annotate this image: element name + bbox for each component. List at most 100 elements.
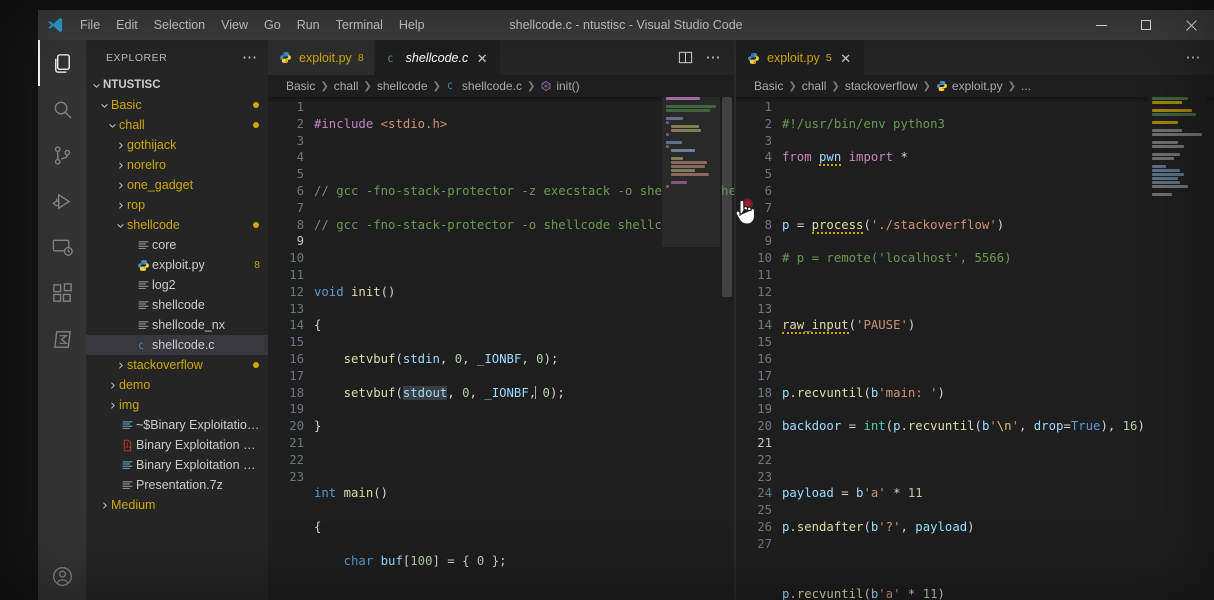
minimap-line bbox=[666, 133, 669, 136]
breadcrumb-item-symbol[interactable]: init() bbox=[540, 79, 580, 93]
menu-bar[interactable]: File Edit Selection View Go Run Terminal… bbox=[72, 10, 433, 40]
tree-item-rop[interactable]: rop bbox=[86, 195, 268, 215]
tab-exploit-py-left[interactable]: exploit.py 8 bbox=[268, 40, 375, 75]
tree-item-shellcode-nx[interactable]: shellcode_nx bbox=[86, 315, 268, 335]
tree-item-norelro[interactable]: norelro bbox=[86, 155, 268, 175]
minimap-line bbox=[1152, 181, 1180, 184]
more-actions-icon[interactable]: ⋯ bbox=[1182, 46, 1204, 70]
tree-item-ntustisc[interactable]: NTUSTISC bbox=[86, 75, 268, 95]
tree-item-chall[interactable]: chall bbox=[86, 115, 268, 135]
tab-shellcode-c[interactable]: C shellcode.c ✕ bbox=[374, 40, 502, 75]
breadcrumb-item[interactable]: chall bbox=[334, 79, 359, 93]
tab-close-icon[interactable]: ✕ bbox=[474, 52, 490, 65]
tree-item-core[interactable]: core bbox=[86, 235, 268, 255]
breadcrumb-item-overflow[interactable]: ... bbox=[1021, 79, 1031, 93]
activity-remote-explorer-icon[interactable] bbox=[38, 224, 86, 270]
code-editor-left[interactable]: 1 2 3 4 5 6 7 8 9 10 11 12 13 14 15 16 17 18 19 20 21 22 23 #i… bbox=[268, 97, 734, 600]
line-number: 3 bbox=[764, 133, 772, 148]
menu-help[interactable]: Help bbox=[391, 14, 433, 36]
chevron-right-icon[interactable] bbox=[114, 361, 127, 370]
minimap-right[interactable] bbox=[1148, 97, 1206, 600]
breadcrumb-left[interactable]: Basic ❯ chall ❯ shellcode ❯ C shellcode.… bbox=[268, 75, 734, 97]
editor-actions-left: ⋯ bbox=[674, 40, 730, 75]
minimap-line bbox=[671, 129, 701, 132]
tree-item-basic[interactable]: Basic bbox=[86, 95, 268, 115]
minimap-left[interactable] bbox=[662, 97, 720, 600]
window-controls[interactable] bbox=[1079, 10, 1214, 40]
tree-item-stackoverflow[interactable]: stackoverflow bbox=[86, 355, 268, 375]
tree-item-shellcode[interactable]: shellcode bbox=[86, 295, 268, 315]
breadcrumb-item[interactable]: chall bbox=[802, 79, 827, 93]
tree-item-gothijack[interactable]: gothijack bbox=[86, 135, 268, 155]
menu-file[interactable]: File bbox=[72, 14, 108, 36]
activity-explorer-icon[interactable] bbox=[38, 40, 86, 86]
minimize-button[interactable] bbox=[1079, 10, 1124, 40]
chevron-right-icon[interactable] bbox=[114, 161, 127, 170]
minimap-line bbox=[671, 149, 695, 152]
breadcrumb-item[interactable]: shellcode bbox=[377, 79, 428, 93]
editor-scrollbar-right[interactable] bbox=[1200, 97, 1214, 600]
tab-exploit-py-right[interactable]: exploit.py 5 ✕ bbox=[736, 40, 865, 75]
menu-go[interactable]: Go bbox=[256, 14, 289, 36]
code-editor-right[interactable]: 1 2 3 4 5 6 7 8 9 10 11 12 13 14 15 16 17 18 19 20 21 22 23 24 2… bbox=[736, 97, 1214, 600]
line-number: 13 bbox=[289, 301, 304, 316]
tree-item-exploit-py[interactable]: exploit.py 8 bbox=[86, 255, 268, 275]
tab-bar-left: exploit.py 8 C shellcode.c ✕ ⋯ bbox=[268, 40, 734, 75]
tab-close-icon[interactable]: ✕ bbox=[838, 52, 854, 65]
chevron-right-icon[interactable] bbox=[106, 381, 119, 390]
tree-item-img[interactable]: img bbox=[86, 395, 268, 415]
chevron-right-icon: ❯ bbox=[831, 80, 840, 92]
chevron-right-icon[interactable] bbox=[114, 181, 127, 190]
menu-selection[interactable]: Selection bbox=[146, 14, 213, 36]
tree-item-label: one_gadget bbox=[127, 178, 194, 192]
breadcrumb-item[interactable]: Basic bbox=[754, 79, 783, 93]
line-number-gutter-right: 1 2 3 4 5 6 7 8 9 10 11 12 13 14 15 16 17 18 19 20 21 22 23 24 2… bbox=[736, 97, 782, 553]
line-number: 17 bbox=[757, 368, 772, 383]
tree-item-shellcode[interactable]: shellcode bbox=[86, 215, 268, 235]
minimap-line bbox=[1152, 145, 1184, 148]
tree-item-binary-exploitation-basic[interactable]: ~$Binary Exploitation Basic.... bbox=[86, 415, 268, 435]
tree-item-medium[interactable]: Medium bbox=[86, 495, 268, 515]
tree-item-one-gadget[interactable]: one_gadget bbox=[86, 175, 268, 195]
chevron-right-icon[interactable] bbox=[106, 401, 119, 410]
editor-scrollbar-left[interactable] bbox=[720, 97, 734, 600]
activity-account-icon[interactable] bbox=[38, 552, 86, 600]
desktop-backdrop-left bbox=[0, 0, 38, 600]
tree-item-binary-exploitation-basic-pdf[interactable]: Binary Exploitation Basic.pdf bbox=[86, 435, 268, 455]
breadcrumb-item-file[interactable]: C shellcode.c bbox=[446, 79, 522, 93]
tree-item-presentation-7z[interactable]: Presentation.7z bbox=[86, 475, 268, 495]
menu-run[interactable]: Run bbox=[289, 14, 328, 36]
chevron-right-icon[interactable] bbox=[114, 141, 127, 150]
activity-run-debug-icon[interactable] bbox=[38, 178, 86, 224]
chevron-right-icon[interactable] bbox=[98, 501, 111, 510]
activity-extensions-icon[interactable] bbox=[38, 270, 86, 316]
activity-source-control-icon[interactable] bbox=[38, 132, 86, 178]
chevron-down-icon[interactable] bbox=[98, 101, 111, 110]
minimap-line bbox=[1152, 129, 1182, 132]
breadcrumb-item[interactable]: stackoverflow bbox=[845, 79, 918, 93]
breadcrumb-item[interactable]: Basic bbox=[286, 79, 315, 93]
tree-item-demo[interactable]: demo bbox=[86, 375, 268, 395]
menu-view[interactable]: View bbox=[213, 14, 256, 36]
chevron-right-icon[interactable] bbox=[114, 201, 127, 210]
menu-edit[interactable]: Edit bbox=[108, 14, 146, 36]
minimap-line bbox=[671, 165, 705, 168]
minimap-line bbox=[671, 157, 683, 160]
breadcrumb-right[interactable]: Basic ❯ chall ❯ stackoverflow ❯ exploit.… bbox=[736, 75, 1214, 97]
breadcrumb-item-file[interactable]: exploit.py bbox=[936, 79, 1003, 93]
tree-item-shellcode-c[interactable]: Cshellcode.c bbox=[86, 335, 268, 355]
activity-search-icon[interactable] bbox=[38, 86, 86, 132]
explorer-more-actions-icon[interactable]: ⋯ bbox=[242, 50, 258, 65]
more-actions-icon[interactable]: ⋯ bbox=[702, 46, 724, 70]
chevron-down-icon[interactable] bbox=[106, 121, 119, 130]
activity-azure-icon[interactable] bbox=[38, 316, 86, 362]
split-editor-icon[interactable] bbox=[674, 46, 696, 70]
chevron-down-icon[interactable] bbox=[114, 221, 127, 230]
tree-item-log2[interactable]: log2 bbox=[86, 275, 268, 295]
minimap-line bbox=[1152, 185, 1188, 188]
chevron-down-icon[interactable] bbox=[90, 81, 103, 90]
menu-terminal[interactable]: Terminal bbox=[328, 14, 391, 36]
close-button[interactable] bbox=[1169, 10, 1214, 40]
maximize-button[interactable] bbox=[1124, 10, 1169, 40]
tree-item-binary-exploitation-basic-pptx[interactable]: Binary Exploitation Basic.pptx bbox=[86, 455, 268, 475]
